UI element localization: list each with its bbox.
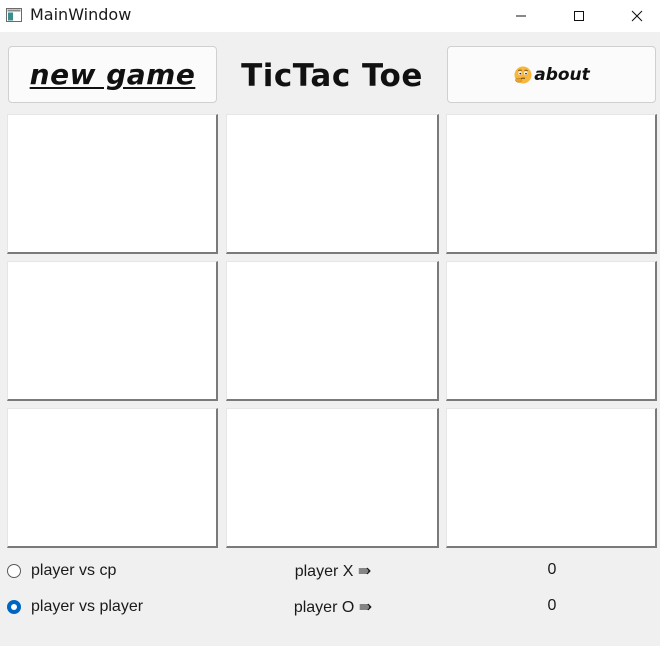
close-button[interactable] <box>614 0 660 32</box>
app-window-icon <box>6 8 22 22</box>
board-cell-9[interactable] <box>446 408 657 548</box>
minimize-icon <box>516 15 526 17</box>
player-o-score: 0 <box>547 597 557 614</box>
maximize-button[interactable] <box>556 0 602 32</box>
board-cell-3[interactable] <box>446 114 657 254</box>
minimize-button[interactable] <box>498 0 544 32</box>
board-cell-5[interactable] <box>226 261 439 401</box>
about-button[interactable]: about <box>447 46 656 103</box>
board-cell-2[interactable] <box>226 114 439 254</box>
radio-button-unchecked[interactable] <box>7 564 21 578</box>
board-cell-4[interactable] <box>7 261 218 401</box>
title-bar: MainWindow <box>0 0 660 32</box>
mode-label: player vs cp <box>31 562 117 579</box>
player-x-score: 0 <box>547 561 557 578</box>
about-label: about <box>534 64 590 85</box>
maximize-icon <box>574 11 584 21</box>
new-game-label: new game <box>29 58 196 91</box>
new-game-button[interactable]: new game <box>8 46 217 103</box>
close-icon <box>631 10 643 22</box>
mode-label: player vs player <box>31 598 144 615</box>
board-cell-8[interactable] <box>226 408 439 548</box>
mode-option-player-vs-player[interactable]: player vs player <box>7 596 143 618</box>
window-title: MainWindow <box>30 5 132 24</box>
board-cell-7[interactable] <box>7 408 218 548</box>
thinking-face-icon <box>514 66 532 83</box>
board-cell-1[interactable] <box>7 114 218 254</box>
radio-button-checked[interactable] <box>7 600 21 614</box>
player-o-label: player O ⇛ <box>293 599 373 616</box>
player-x-label: player X ⇛ <box>294 563 372 580</box>
board-cell-6[interactable] <box>446 261 657 401</box>
mode-option-player-vs-cp[interactable]: player vs cp <box>7 560 116 582</box>
game-title: TicTac Toe <box>241 58 423 94</box>
